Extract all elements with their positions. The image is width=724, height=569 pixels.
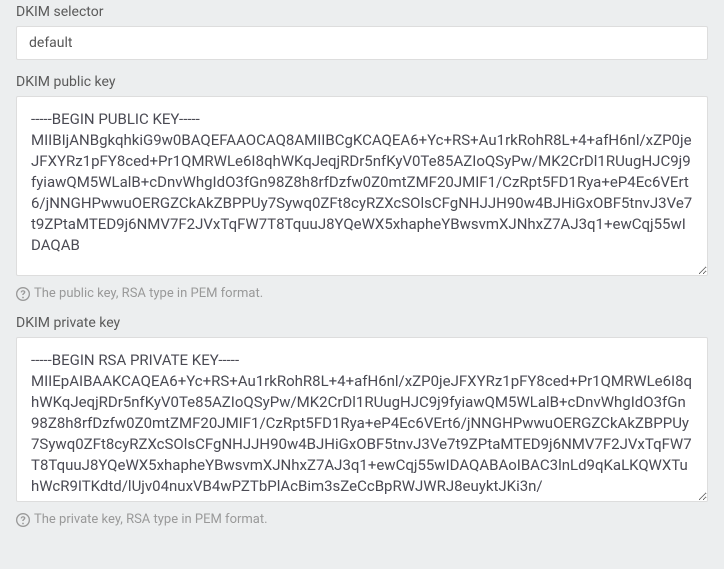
dkim-private-key-label: DKIM private key xyxy=(16,315,708,331)
dkim-settings-panel: DKIM selector DKIM public key The public… xyxy=(0,0,724,543)
dkim-selector-group: DKIM selector xyxy=(16,4,708,60)
dkim-public-key-helper: The public key, RSA type in PEM format. xyxy=(16,286,708,301)
dkim-selector-input[interactable] xyxy=(16,26,708,60)
dkim-private-key-helper-text: The private key, RSA type in PEM format. xyxy=(34,512,268,527)
dkim-public-key-textarea[interactable] xyxy=(16,96,708,276)
dkim-selector-label: DKIM selector xyxy=(16,4,708,20)
dkim-private-key-group: DKIM private key The private key, RSA ty… xyxy=(16,315,708,527)
dkim-public-key-helper-text: The public key, RSA type in PEM format. xyxy=(34,286,263,301)
question-circle-icon xyxy=(16,287,30,301)
dkim-public-key-group: DKIM public key The public key, RSA type… xyxy=(16,74,708,301)
dkim-private-key-textarea[interactable] xyxy=(16,337,708,502)
dkim-private-key-helper: The private key, RSA type in PEM format. xyxy=(16,512,708,527)
dkim-public-key-label: DKIM public key xyxy=(16,74,708,90)
question-circle-icon xyxy=(16,513,30,527)
